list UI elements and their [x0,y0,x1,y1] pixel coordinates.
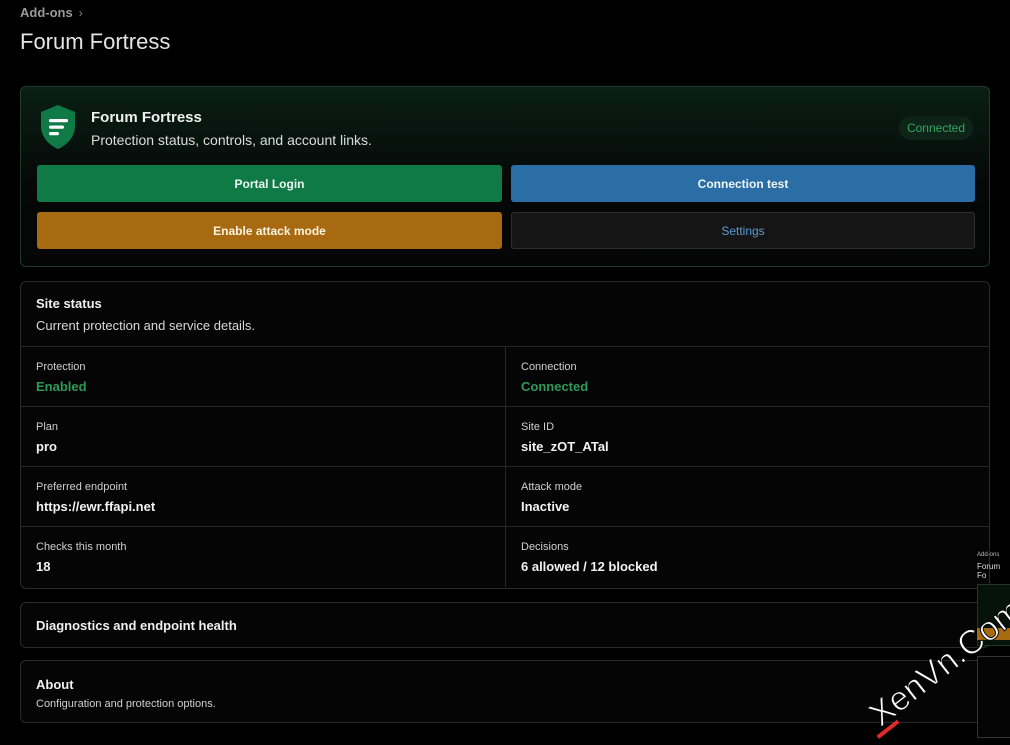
about-title: About [36,677,74,692]
status-cell-plan: Plan pro [21,407,505,466]
addon-subtitle: Protection status, controls, and account… [91,132,372,148]
status-value: https://ewr.ffapi.net [36,499,156,514]
status-value: 6 allowed / 12 blocked [521,559,658,574]
connection-test-button[interactable]: Connection test [511,165,975,202]
status-value: Enabled [36,379,87,394]
table-row: Preferred endpoint https://ewr.ffapi.net… [21,467,989,527]
status-label: Checks this month [36,541,127,553]
status-value: Inactive [521,499,570,514]
about-subtitle: Configuration and protection options. [36,698,216,710]
table-row: Protection Enabled Connection Connected [21,347,989,407]
breadcrumb: Add-ons › [20,5,83,20]
status-cell-decisions: Decisions 6 allowed / 12 blocked [505,527,989,587]
status-value: pro [36,439,57,454]
table-row: Checks this month 18 Decisions 6 allowed… [21,527,989,587]
page-title: Forum Fortress [20,29,171,54]
status-cell-site-id: Site ID site_zOT_ATal [505,407,989,466]
portal-login-button[interactable]: Portal Login [37,165,502,202]
status-value: 18 [36,559,51,574]
addon-name: Forum Fortress [91,109,202,126]
diagnostics-section[interactable]: Diagnostics and endpoint health [20,602,990,648]
status-label: Attack mode [521,481,583,493]
shield-icon [41,105,75,149]
connection-status-badge: Connected [898,116,973,140]
status-label: Preferred endpoint [36,481,128,493]
status-label: Site ID [521,421,555,433]
status-cell-attack-mode: Attack mode Inactive [505,467,989,526]
thumbnail-crumb: Add-ons [977,552,1000,558]
breadcrumb-addons-link[interactable]: Add-ons [20,5,73,20]
thumbnail-status [977,656,1010,738]
thumbnail-button [977,628,1010,640]
status-cell-checks: Checks this month 18 [21,527,505,587]
status-label: Connection [521,361,577,373]
status-cell-protection: Protection Enabled [21,347,505,406]
page-thumbnail-preview: Add-ons Forum Fo [974,548,1010,742]
chevron-right-icon: › [78,5,83,20]
addon-hero-card: Forum Fortress Protection status, contro… [20,86,990,267]
status-value: site_zOT_ATal [521,439,609,454]
status-grid: Protection Enabled Connection Connected … [21,346,989,587]
status-label: Protection [36,361,86,373]
status-cell-endpoint: Preferred endpoint https://ewr.ffapi.net [21,467,505,526]
status-label: Plan [36,421,59,433]
table-row: Plan pro Site ID site_zOT_ATal [21,407,989,467]
status-value: Connected [521,379,589,394]
thumbnail-title: Forum Fo [977,562,1001,580]
diagnostics-title[interactable]: Diagnostics and endpoint health [36,618,237,633]
status-label: Decisions [521,541,569,553]
site-status-card: Site status Current protection and servi… [20,281,990,589]
about-section[interactable]: About Configuration and protection optio… [20,660,990,723]
settings-button[interactable]: Settings [511,212,975,249]
site-status-subtitle: Current protection and service details. [36,318,255,333]
enable-attack-mode-button[interactable]: Enable attack mode [37,212,502,249]
status-cell-connection: Connection Connected [505,347,989,406]
site-status-title: Site status [36,296,102,311]
